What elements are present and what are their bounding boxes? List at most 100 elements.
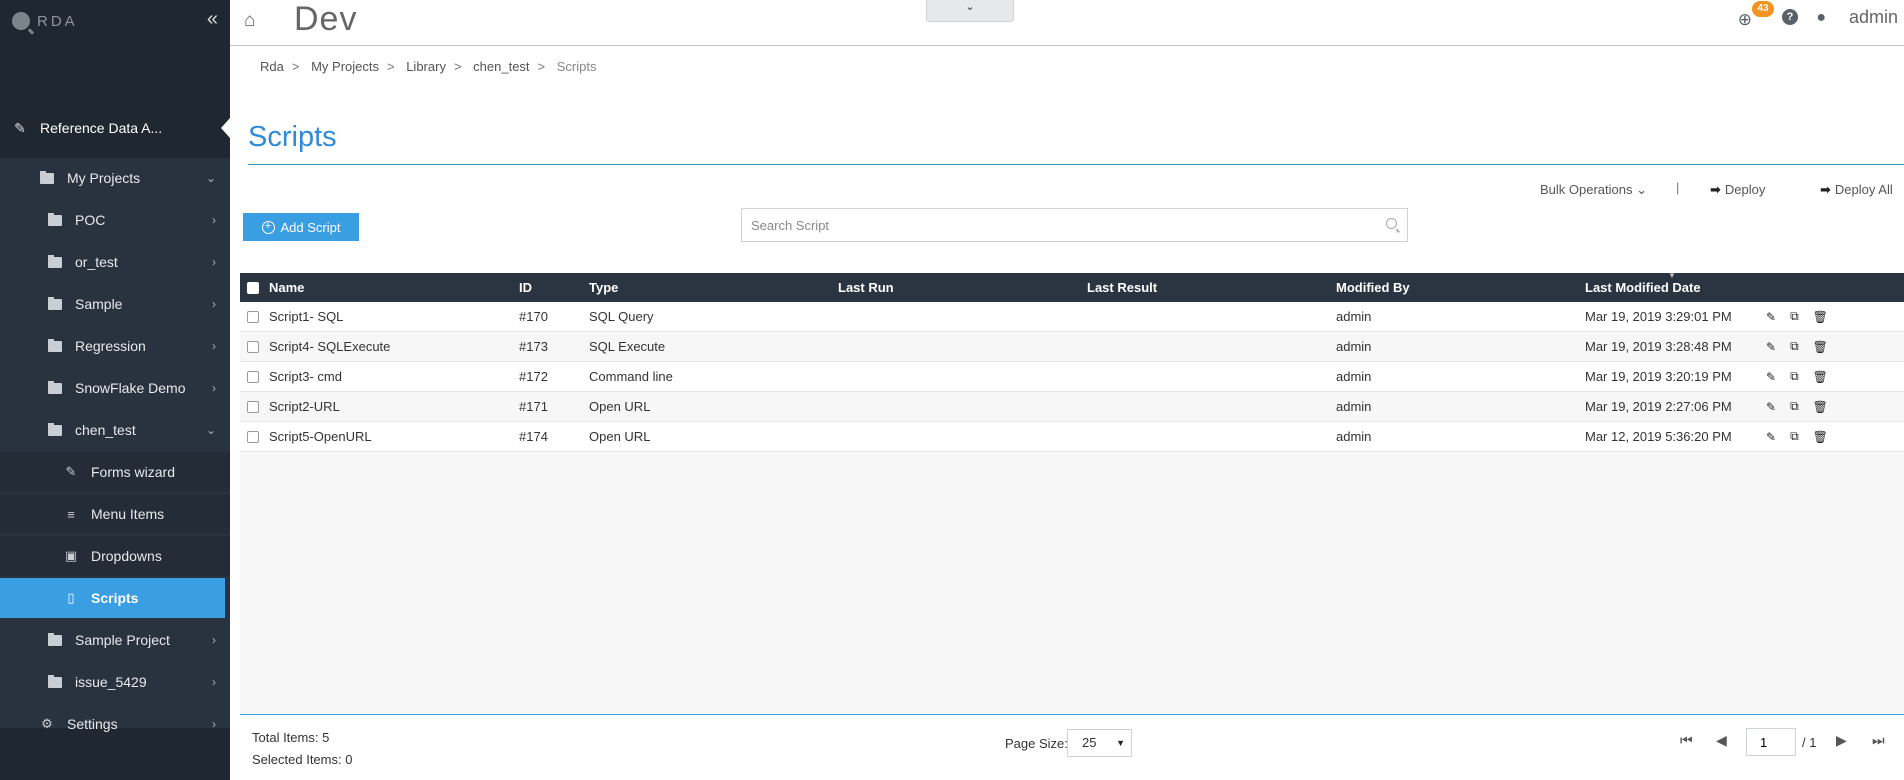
previous-page-icon[interactable]: ◀ bbox=[1716, 732, 1727, 749]
column-header-id[interactable]: ID bbox=[519, 273, 532, 302]
sidebar-item-dropdowns[interactable]: ▣ Dropdowns bbox=[0, 536, 230, 576]
edit-icon[interactable]: ✎ bbox=[1766, 430, 1776, 444]
sidebar-item-chen-test[interactable]: chen_test ⌄ bbox=[0, 410, 230, 450]
cell-modified-by: admin bbox=[1336, 369, 1372, 384]
user-name[interactable]: admin bbox=[1849, 7, 1898, 28]
delete-icon[interactable]: 🗑 bbox=[1813, 430, 1828, 444]
copy-icon[interactable]: ⧉ bbox=[1790, 399, 1799, 414]
collapse-sidebar-icon[interactable]: « bbox=[207, 8, 218, 31]
row-checkbox[interactable] bbox=[247, 362, 259, 391]
deploy-button[interactable]: ➡ Deploy bbox=[1710, 182, 1765, 198]
wand-icon: ✎ bbox=[14, 119, 26, 136]
environment-title: Dev bbox=[294, 0, 358, 38]
cell-name: Script1- SQL bbox=[269, 309, 344, 324]
column-header-name[interactable]: Name bbox=[269, 273, 304, 302]
sidebar-item-sample-project[interactable]: Sample Project › bbox=[0, 620, 230, 660]
deploy-all-button[interactable]: ➡ Deploy All bbox=[1820, 182, 1893, 198]
logo-icon bbox=[12, 12, 30, 30]
page-size-select[interactable]: 25 bbox=[1067, 729, 1132, 757]
sidebar-item-sample[interactable]: Sample › bbox=[0, 284, 230, 324]
edit-icon[interactable]: ✎ bbox=[1766, 400, 1776, 414]
edit-icon[interactable]: ✎ bbox=[1766, 340, 1776, 354]
sidebar-item-issue-5429[interactable]: issue_5429 › bbox=[0, 662, 230, 702]
copy-icon[interactable]: ⧉ bbox=[1790, 339, 1799, 354]
row-checkbox[interactable] bbox=[247, 302, 259, 331]
breadcrumb-item[interactable]: Rda bbox=[260, 59, 284, 74]
cell-name: Script4- SQLExecute bbox=[269, 339, 391, 354]
row-checkbox[interactable] bbox=[247, 392, 259, 421]
table-row[interactable]: Script5-OpenURL #174 Open URL admin Mar … bbox=[240, 422, 1904, 452]
table-row[interactable]: Script2-URL #171 Open URL admin Mar 19, … bbox=[240, 392, 1904, 422]
row-actions: ✎ ⧉ 🗑 bbox=[1766, 362, 1842, 391]
add-script-button[interactable]: + Add Script bbox=[243, 213, 359, 241]
breadcrumb-item[interactable]: Library bbox=[406, 59, 446, 74]
cell-last-modified-date: Mar 19, 2019 2:27:06 PM bbox=[1585, 399, 1732, 414]
table-row[interactable]: Script3- cmd #172 Command line admin Mar… bbox=[240, 362, 1904, 392]
sidebar-item-scripts[interactable]: ▯ Scripts bbox=[0, 578, 225, 618]
search-input[interactable] bbox=[742, 209, 1362, 241]
column-header-type[interactable]: Type bbox=[589, 273, 618, 302]
next-page-icon[interactable]: ▶ bbox=[1836, 732, 1847, 749]
breadcrumb-item[interactable]: chen_test bbox=[473, 59, 529, 74]
breadcrumb-separator: > bbox=[453, 59, 462, 74]
cell-type: SQL Query bbox=[589, 309, 654, 324]
row-actions: ✎ ⧉ 🗑 bbox=[1766, 302, 1842, 331]
table-row[interactable]: Script1- SQL #170 SQL Query admin Mar 19… bbox=[240, 302, 1904, 332]
top-drawer-toggle[interactable]: ⌄ bbox=[926, 0, 1014, 22]
select-all-checkbox[interactable] bbox=[247, 273, 259, 302]
list-icon: ≡ bbox=[67, 506, 75, 522]
column-header-last-modified-date[interactable]: Last Modified Date bbox=[1585, 273, 1701, 302]
cell-id: #174 bbox=[519, 429, 548, 444]
cell-last-modified-date: Mar 12, 2019 5:36:20 PM bbox=[1585, 429, 1732, 444]
delete-icon[interactable]: 🗑 bbox=[1813, 340, 1828, 354]
delete-icon[interactable]: 🗑 bbox=[1813, 310, 1828, 324]
column-header-last-result[interactable]: Last Result bbox=[1087, 273, 1157, 302]
edit-icon[interactable]: ✎ bbox=[1766, 310, 1776, 324]
chevron-right-icon: › bbox=[212, 339, 216, 353]
copy-icon[interactable]: ⧉ bbox=[1790, 309, 1799, 324]
cell-type: SQL Execute bbox=[589, 339, 666, 354]
bulk-operations-dropdown[interactable]: Bulk Operations ⌄ bbox=[1540, 182, 1647, 198]
column-header-modified-by[interactable]: Modified By bbox=[1336, 273, 1410, 302]
sidebar-item-my-projects[interactable]: My Projects ⌄ bbox=[0, 158, 230, 198]
chevron-right-icon: › bbox=[212, 213, 216, 227]
home-icon[interactable]: ⌂ bbox=[244, 10, 255, 32]
help-icon[interactable]: ? bbox=[1782, 9, 1798, 25]
sidebar-item-settings[interactable]: ⚙ Settings › bbox=[0, 704, 230, 744]
cell-id: #172 bbox=[519, 369, 548, 384]
sidebar-item-regression[interactable]: Regression › bbox=[0, 326, 230, 366]
delete-icon[interactable]: 🗑 bbox=[1813, 400, 1828, 414]
breadcrumb-item[interactable]: My Projects bbox=[311, 59, 379, 74]
user-icon[interactable]: ● bbox=[1816, 9, 1826, 27]
download-notifications-icon[interactable]: ⊕ bbox=[1738, 10, 1752, 30]
table-row[interactable]: Script4- SQLExecute #173 SQL Execute adm… bbox=[240, 332, 1904, 362]
total-items: Total Items: 5 bbox=[252, 730, 330, 745]
folder-icon bbox=[48, 296, 62, 310]
folder-icon bbox=[48, 212, 62, 226]
sidebar-item-or-test[interactable]: or_test › bbox=[0, 242, 230, 282]
gear-icon: ⚙ bbox=[41, 716, 53, 731]
last-page-icon[interactable]: ⏭ bbox=[1872, 732, 1885, 749]
folder-icon bbox=[48, 254, 62, 268]
selected-items: Selected Items: 0 bbox=[252, 752, 353, 767]
sidebar-item-forms-wizard[interactable]: ✎ Forms wizard bbox=[0, 452, 230, 492]
row-checkbox[interactable] bbox=[247, 332, 259, 361]
delete-icon[interactable]: 🗑 bbox=[1813, 370, 1828, 384]
chevron-right-icon: › bbox=[212, 633, 216, 647]
copy-icon[interactable]: ⧉ bbox=[1790, 369, 1799, 384]
column-header-last-run[interactable]: Last Run bbox=[838, 273, 894, 302]
logo: RDA bbox=[12, 12, 78, 30]
sidebar-item-poc[interactable]: POC › bbox=[0, 200, 230, 240]
notification-badge: 43 bbox=[1752, 1, 1774, 17]
copy-icon[interactable]: ⧉ bbox=[1790, 429, 1799, 444]
top-bar: ⌂ Dev ⌄ ⊕ 43 ? ● admin bbox=[230, 0, 1904, 46]
search-icon[interactable] bbox=[1386, 218, 1397, 229]
first-page-icon[interactable]: ⏮ bbox=[1680, 732, 1693, 749]
row-checkbox[interactable] bbox=[247, 422, 259, 451]
sidebar-item-snowflake-demo[interactable]: SnowFlake Demo › bbox=[0, 368, 230, 408]
page-number-input[interactable] bbox=[1746, 728, 1796, 756]
sidebar-section-title[interactable]: ✎ Reference Data A... bbox=[0, 106, 230, 150]
edit-icon[interactable]: ✎ bbox=[1766, 370, 1776, 384]
chevron-down-icon: ⌄ bbox=[965, 1, 975, 13]
sidebar-item-menu-items[interactable]: ≡ Menu Items bbox=[0, 494, 230, 534]
